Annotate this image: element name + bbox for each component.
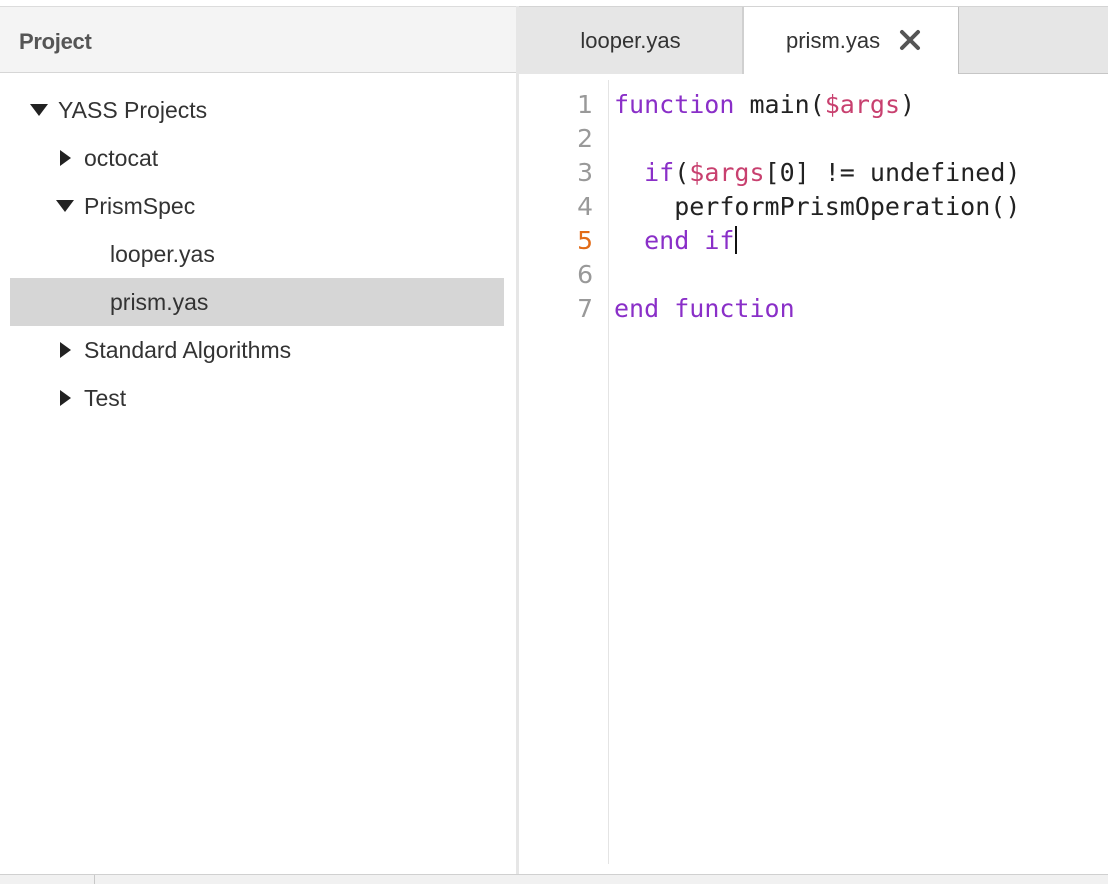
tab-label: prism.yas [786,28,881,53]
tree-item-label: octocat [84,145,159,171]
status-bar-divider [94,875,95,884]
line-number: 1 [577,90,593,119]
tree-item-prismspec[interactable]: PrismSpec [10,182,504,230]
caret-down-icon[interactable] [56,200,74,212]
tree-item-test[interactable]: Test [10,374,504,422]
caret-right-icon[interactable] [60,150,71,166]
tree-item-prism-yas[interactable]: prism.yas [10,278,504,326]
tree-item-yass-projects[interactable]: YASS Projects [10,86,504,134]
tree-item-looper-yas[interactable]: looper.yas [10,230,504,278]
code-line[interactable]: 1 function main($args) [519,84,1108,119]
line-number: 3 [577,158,593,187]
project-panel-title: Project [19,29,92,54]
code-text: performPrismOperation() [614,192,1021,221]
code-line[interactable]: 2 [519,118,1108,153]
tree-item-label: Test [84,385,127,411]
code-line[interactable]: 3 if($args[0] != undefined) [519,152,1108,187]
tree-item-label: looper.yas [110,241,215,267]
editor-tab-bar: looper.yas prism.yas [519,6,1108,75]
line-number: 7 [577,294,593,323]
tab-prism-yas[interactable]: prism.yas [743,7,959,75]
code-text: end function [614,294,795,323]
code-line[interactable]: 4 performPrismOperation() [519,186,1108,221]
close-x-icon[interactable] [898,28,922,52]
tab-looper-yas[interactable]: looper.yas [519,7,743,74]
caret-right-icon[interactable] [60,342,71,358]
code-line[interactable]: 7 end function [519,288,1108,323]
tree-item-standard-algorithms[interactable]: Standard Algorithms [10,326,504,374]
tree-item-label: prism.yas [110,289,209,315]
tree-item-octocat[interactable]: octocat [10,134,504,182]
text-cursor [735,226,738,254]
code-text: function main($args) [614,90,916,119]
code-text: end if [614,226,738,255]
code-line[interactable]: 6 [519,254,1108,289]
line-number-active: 5 [577,226,593,255]
tab-label: looper.yas [580,27,681,53]
line-number: 4 [577,192,593,221]
tree-item-label: Standard Algorithms [84,337,292,363]
project-tree: YASS Projects octocat PrismSpec looper.y… [10,86,504,422]
line-number: 6 [577,260,593,289]
caret-right-icon[interactable] [60,390,71,406]
tree-item-label: PrismSpec [84,193,196,219]
project-panel-header: Project [0,6,516,73]
tree-item-label: YASS Projects [58,97,208,123]
project-panel: Project YASS Projects octocat PrismSpec … [0,0,516,874]
caret-down-icon[interactable] [30,104,48,116]
line-number: 2 [577,124,593,153]
code-line-active[interactable]: 5 end if [519,220,1108,255]
code-text: if($args[0] != undefined) [644,158,1021,187]
status-bar [0,874,1108,884]
code-editor[interactable]: 1 function main($args) 2 3 if($args[0] !… [519,74,1108,874]
